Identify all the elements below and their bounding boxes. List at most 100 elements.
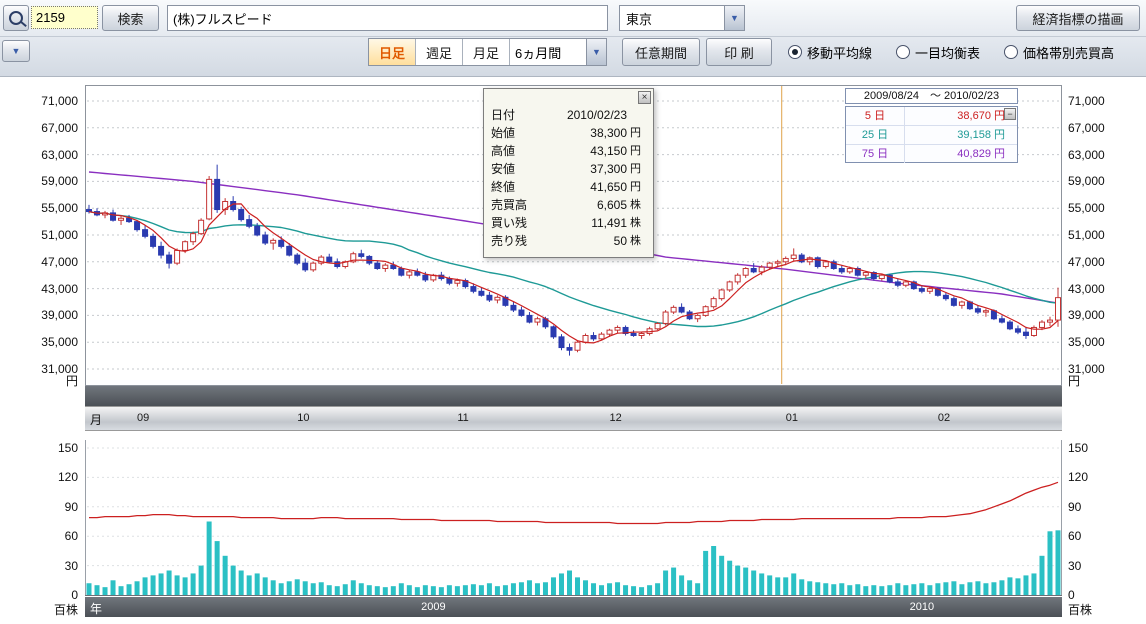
price-tick-left: 59,000 bbox=[0, 173, 78, 189]
radio-moving-average[interactable]: 移動平均線 bbox=[788, 41, 872, 63]
exchange-dropdown-button[interactable]: ▼ bbox=[724, 6, 744, 30]
volume-tick-left: 120 bbox=[0, 469, 78, 485]
period-select[interactable]: 6ヵ月間 ▼ bbox=[510, 39, 606, 65]
price-tick-left: 47,000 bbox=[0, 254, 78, 270]
year-label: 2009 bbox=[413, 601, 453, 613]
tab-daily[interactable]: 日足 bbox=[369, 39, 416, 65]
tooltip-row: 始値38,300円 bbox=[484, 124, 653, 142]
radio-label: 一目均衡表 bbox=[915, 43, 980, 62]
chevron-down-icon: ▼ bbox=[730, 14, 739, 23]
period-dropdown-button[interactable]: ▼ bbox=[586, 39, 606, 65]
price-tick-right: 63,000 bbox=[1068, 147, 1105, 163]
tooltip-row: 買い残11,491株 bbox=[484, 214, 653, 232]
volume-tick-right: 120 bbox=[1068, 469, 1088, 485]
price-tick-left: 63,000 bbox=[0, 147, 78, 163]
price-tick-left: 43,000 bbox=[0, 281, 78, 297]
price-tick-right: 43,000 bbox=[1068, 281, 1105, 297]
custom-range-button[interactable]: 任意期間 bbox=[622, 38, 700, 66]
volume-tick-left: 30 bbox=[0, 558, 78, 574]
ohlc-tooltip: × 日付2010/02/23始値38,300円高値43,150円安値37,300… bbox=[483, 88, 654, 258]
volume-tick-right: 90 bbox=[1068, 499, 1081, 515]
tooltip-row: 売買高6,605株 bbox=[484, 196, 653, 214]
tab-weekly[interactable]: 週足 bbox=[416, 39, 463, 65]
radio-icon bbox=[788, 45, 802, 59]
month-axis-title: 月 bbox=[90, 411, 102, 428]
volume-tick-right: 60 bbox=[1068, 528, 1081, 544]
price-tick-right: 67,000 bbox=[1068, 120, 1105, 136]
legend-row: 75 日40,829 円 bbox=[846, 145, 1017, 163]
radio-label: 移動平均線 bbox=[807, 43, 872, 62]
search-button[interactable]: 検索 bbox=[102, 5, 159, 31]
tab-monthly[interactable]: 月足 bbox=[463, 39, 510, 65]
price-tick-right: 59,000 bbox=[1068, 173, 1105, 189]
company-name-input[interactable] bbox=[167, 5, 608, 31]
price-tick-right: 51,000 bbox=[1068, 227, 1105, 243]
month-label: 11 bbox=[457, 412, 468, 424]
year-label: 2010 bbox=[902, 601, 942, 613]
tooltip-row: 高値43,150円 bbox=[484, 142, 653, 160]
legend-row: 5 日38,670 円 bbox=[846, 107, 1017, 126]
left-dropdown-button[interactable]: ▼ bbox=[2, 40, 30, 62]
tooltip-rows: 日付2010/02/23始値38,300円高値43,150円安値37,300円終… bbox=[484, 89, 653, 250]
search-icon bbox=[9, 11, 23, 25]
draw-economic-indicator-button[interactable]: 経済指標の描画 bbox=[1016, 5, 1140, 31]
volume-unit-right: 百株 bbox=[1068, 602, 1092, 618]
tooltip-row: 日付2010/02/23 bbox=[484, 106, 653, 124]
volume-tick-left: 150 bbox=[0, 440, 78, 456]
price-tick-left: 67,000 bbox=[0, 120, 78, 136]
period-value: 6ヵ月間 bbox=[510, 43, 586, 62]
volume-unit-left: 百株 bbox=[0, 602, 78, 618]
radio-volume-by-price[interactable]: 価格帯別売買高 bbox=[1004, 41, 1114, 63]
price-unit-left: 円 bbox=[0, 373, 78, 389]
timeframe-tabs: 日足 週足 月足 6ヵ月間 ▼ bbox=[368, 38, 607, 66]
volume-tick-left: 60 bbox=[0, 528, 78, 544]
month-label: 12 bbox=[610, 412, 622, 424]
price-tick-left: 35,000 bbox=[0, 334, 78, 350]
month-axis-band: 月 091011120102 bbox=[85, 406, 1062, 431]
chevron-down-icon: ▼ bbox=[12, 47, 21, 56]
price-tick-right: 39,000 bbox=[1068, 307, 1105, 323]
tooltip-row: 終値41,650円 bbox=[484, 178, 653, 196]
tooltip-row: 売り残50株 bbox=[484, 232, 653, 250]
toolbar: 検索 東京 ▼ 経済指標の描画 ▼ 日足 週足 月足 6ヵ月間 ▼ 任意期間 印… bbox=[0, 0, 1146, 77]
print-button[interactable]: 印 刷 bbox=[706, 38, 772, 66]
stock-chart-app: 月 091011120102 年 20092010 検索 東京 ▼ 経済指標の描… bbox=[0, 0, 1146, 624]
volume-tick-right: 30 bbox=[1068, 558, 1081, 574]
price-tick-left: 51,000 bbox=[0, 227, 78, 243]
legend-minimize-button[interactable]: − bbox=[1004, 108, 1016, 120]
radio-ichimoku[interactable]: 一目均衡表 bbox=[896, 41, 980, 63]
moving-average-legend: − 5 日38,670 円25 日39,158 円75 日40,829 円 bbox=[845, 106, 1018, 163]
exchange-select[interactable]: 東京 ▼ bbox=[619, 5, 745, 31]
radio-icon bbox=[1004, 45, 1018, 59]
year-axis-title: 年 bbox=[90, 600, 102, 617]
price-tick-left: 71,000 bbox=[0, 93, 78, 109]
price-tick-right: 35,000 bbox=[1068, 334, 1105, 350]
volume-tick-left: 0 bbox=[0, 587, 78, 603]
chart-bottom-separator bbox=[85, 386, 1062, 406]
tooltip-row: 安値37,300円 bbox=[484, 160, 653, 178]
price-tick-left: 55,000 bbox=[0, 200, 78, 216]
volume-tick-right: 0 bbox=[1068, 587, 1075, 603]
price-tick-right: 71,000 bbox=[1068, 93, 1105, 109]
radio-icon bbox=[896, 45, 910, 59]
price-unit-right: 円 bbox=[1068, 373, 1080, 389]
exchange-value: 東京 bbox=[620, 9, 724, 28]
date-range-box: 2009/08/24 ～ 2010/02/23 bbox=[845, 88, 1018, 104]
price-tick-right: 47,000 bbox=[1068, 254, 1105, 270]
price-tick-right: 55,000 bbox=[1068, 200, 1105, 216]
radio-label: 価格帯別売買高 bbox=[1023, 43, 1114, 62]
volume-tick-right: 150 bbox=[1068, 440, 1088, 456]
year-axis-band: 年 2009 2010 bbox=[85, 597, 1062, 617]
tooltip-close-button[interactable]: × bbox=[638, 91, 651, 104]
month-label: 10 bbox=[297, 412, 309, 424]
legend-rows: 5 日38,670 円25 日39,158 円75 日40,829 円 bbox=[846, 107, 1017, 163]
month-label: 01 bbox=[786, 412, 798, 424]
legend-row: 25 日39,158 円 bbox=[846, 126, 1017, 145]
toolbar-divider bbox=[0, 36, 1146, 37]
month-label: 09 bbox=[137, 412, 149, 424]
volume-tick-left: 90 bbox=[0, 499, 78, 515]
stock-code-input[interactable] bbox=[31, 6, 98, 29]
search-icon-button[interactable] bbox=[3, 5, 29, 31]
price-tick-left: 39,000 bbox=[0, 307, 78, 323]
chevron-down-icon: ▼ bbox=[592, 48, 601, 57]
